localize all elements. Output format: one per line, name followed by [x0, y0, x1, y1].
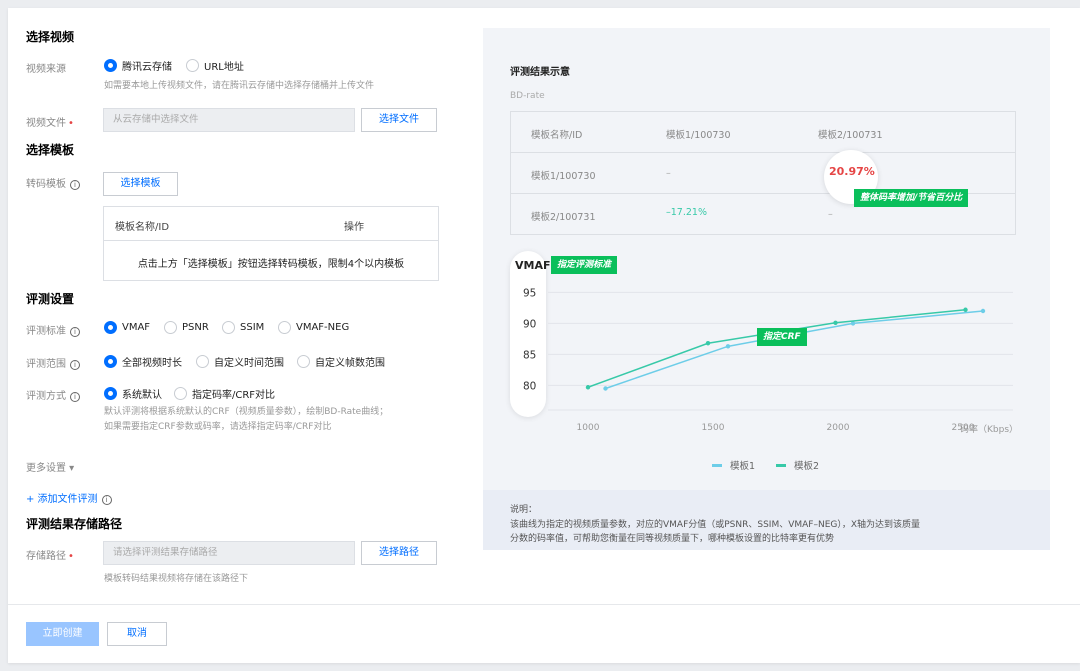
description-box: 说明： 该曲线为指定的视频质量参数，对应的VMAF分值（或PSNR、SSIM、V…	[483, 490, 1050, 550]
more-settings-toggle[interactable]: 更多设置 ▾	[26, 459, 74, 474]
radio-checked-icon	[104, 59, 117, 72]
eval-range-label: 评测范围 i	[26, 355, 80, 370]
data-point	[833, 320, 838, 325]
legend-swatch	[776, 463, 786, 467]
transcode-template-label: 转码模板 i	[26, 175, 80, 190]
legend-swatch	[712, 463, 722, 467]
y-tick-label: 95	[523, 287, 536, 299]
radio-ssim[interactable]: SSIM	[222, 321, 264, 334]
select-path-button[interactable]: 选择路径	[361, 541, 437, 565]
radio-checked-icon	[104, 387, 117, 400]
radio-unchecked-icon	[164, 321, 177, 334]
x-tick-label: 1500	[702, 423, 725, 433]
y-tick-label: 85	[523, 349, 536, 361]
storage-path-label: 存储路径 •	[26, 551, 74, 562]
data-point	[980, 308, 986, 314]
y-tick-label: 90	[523, 318, 536, 330]
eval-method-hint-line2: 如果需要指定CRF参数或码率，请选择指定码率/CRF对比	[104, 422, 332, 432]
radio-tencent-cos[interactable]: 腾讯云存储	[104, 58, 172, 73]
column-header-template-name: 模板名称/ID	[115, 222, 170, 233]
template-table: 模板名称/ID 操作 点击上方「选择模板」按钮选择转码模板，限制4个以内模板	[103, 206, 439, 281]
bd-rate-chart: 959085801000 1500 2000 2500	[523, 287, 1013, 433]
info-icon[interactable]: i	[101, 495, 112, 505]
x-tick-label: 2000	[827, 423, 850, 433]
storage-path-input[interactable]: 请选择评测结果存储路径	[103, 541, 355, 565]
eval-standard-label: 评测标准 i	[26, 322, 80, 337]
eval-result-preview-panel: 评测结果示意 BD-rate 模板名称/ID 模板1/100730 模板2/10…	[483, 28, 1050, 550]
tag-crf: 指定CRF	[757, 328, 807, 346]
radio-unchecked-icon	[174, 387, 187, 400]
radio-unchecked-icon	[186, 59, 199, 72]
description-title: 说明：	[510, 505, 538, 515]
data-point	[585, 385, 591, 390]
data-point	[725, 344, 731, 349]
select-file-button[interactable]: 选择文件	[361, 108, 437, 132]
radio-custom-frame-range[interactable]: 自定义帧数范围	[297, 354, 385, 369]
radio-unchecked-icon	[278, 321, 291, 334]
form-card: 选择视频 视频来源 腾讯云存储 URL地址 如需要本地上传视频文件，请在腾讯云存…	[8, 8, 1080, 663]
video-file-label: 视频文件 •	[26, 118, 74, 129]
legend-template1: 模板1	[712, 458, 755, 472]
video-source-hint: 如需要本地上传视频文件，请在腾讯云存储中选择存储桶并上传文件	[104, 81, 375, 91]
section-title-select-video: 选择视频	[26, 30, 75, 44]
radio-checked-icon	[104, 321, 117, 334]
radio-specify-bitrate-crf[interactable]: 指定码率/CRF对比	[174, 386, 275, 401]
series-line	[605, 310, 984, 390]
section-title-select-template: 选择模板	[26, 143, 75, 157]
x-tick-label: 1000	[577, 423, 600, 433]
radio-unchecked-icon	[196, 355, 209, 368]
radio-system-default[interactable]: 系统默认	[104, 386, 162, 401]
radio-vmaf[interactable]: VMAF	[104, 321, 150, 334]
cancel-button[interactable]: 取消	[107, 622, 167, 646]
radio-checked-icon	[104, 355, 117, 368]
video-source-label: 视频来源	[26, 64, 66, 75]
data-point	[963, 307, 968, 312]
add-file-eval-link[interactable]: + 添加文件评测 i	[26, 490, 112, 505]
radio-unchecked-icon	[297, 355, 310, 368]
radio-vmaf-neg[interactable]: VMAF-NEG	[278, 321, 349, 334]
eval-method-label: 评测方式 i	[26, 387, 80, 402]
radio-psnr[interactable]: PSNR	[164, 321, 209, 334]
storage-path-hint: 模板转码结果视频将存储在该路径下	[104, 574, 249, 584]
legend-template2: 模板2	[776, 458, 819, 472]
footer-divider	[8, 604, 1080, 605]
section-title-storage-path: 评测结果存储路径	[26, 517, 123, 531]
y-tick-label: 80	[523, 380, 536, 392]
radio-unchecked-icon	[222, 321, 235, 334]
description-line2: 分数的码率值，可帮助您衡量在同等视频质量下，哪种模板设置的比特率更有优势	[510, 534, 835, 544]
section-title-eval-settings: 评测设置	[26, 292, 75, 306]
column-header-operation: 操作	[344, 222, 364, 233]
select-template-button[interactable]: 选择模板	[103, 172, 178, 196]
info-icon[interactable]: i	[70, 360, 80, 370]
description-line1: 该曲线为指定的视频质量参数，对应的VMAF分值（或PSNR、SSIM、VMAF–…	[510, 520, 921, 530]
radio-full-duration[interactable]: 全部视频时长	[104, 354, 182, 369]
create-button[interactable]: 立即创建	[26, 622, 99, 646]
video-file-input[interactable]: 从云存储中选择文件	[103, 108, 355, 132]
data-point	[705, 341, 711, 346]
data-point	[603, 386, 608, 391]
info-icon[interactable]: i	[70, 392, 80, 402]
info-icon[interactable]: i	[70, 327, 80, 337]
radio-custom-time-range[interactable]: 自定义时间范围	[196, 354, 284, 369]
x-axis-label: 码率（Kbps）	[960, 425, 1019, 435]
eval-method-hint-line1: 默认评测将根据系统默认的CRF（视频质量参数），绘制BD-Rate曲线；	[104, 407, 389, 417]
radio-url[interactable]: URL地址	[186, 58, 244, 73]
template-table-empty-text: 点击上方「选择模板」按钮选择转码模板，限制4个以内模板	[137, 259, 405, 270]
info-icon[interactable]: i	[70, 180, 80, 190]
template-table-header: 模板名称/ID 操作	[104, 207, 438, 241]
